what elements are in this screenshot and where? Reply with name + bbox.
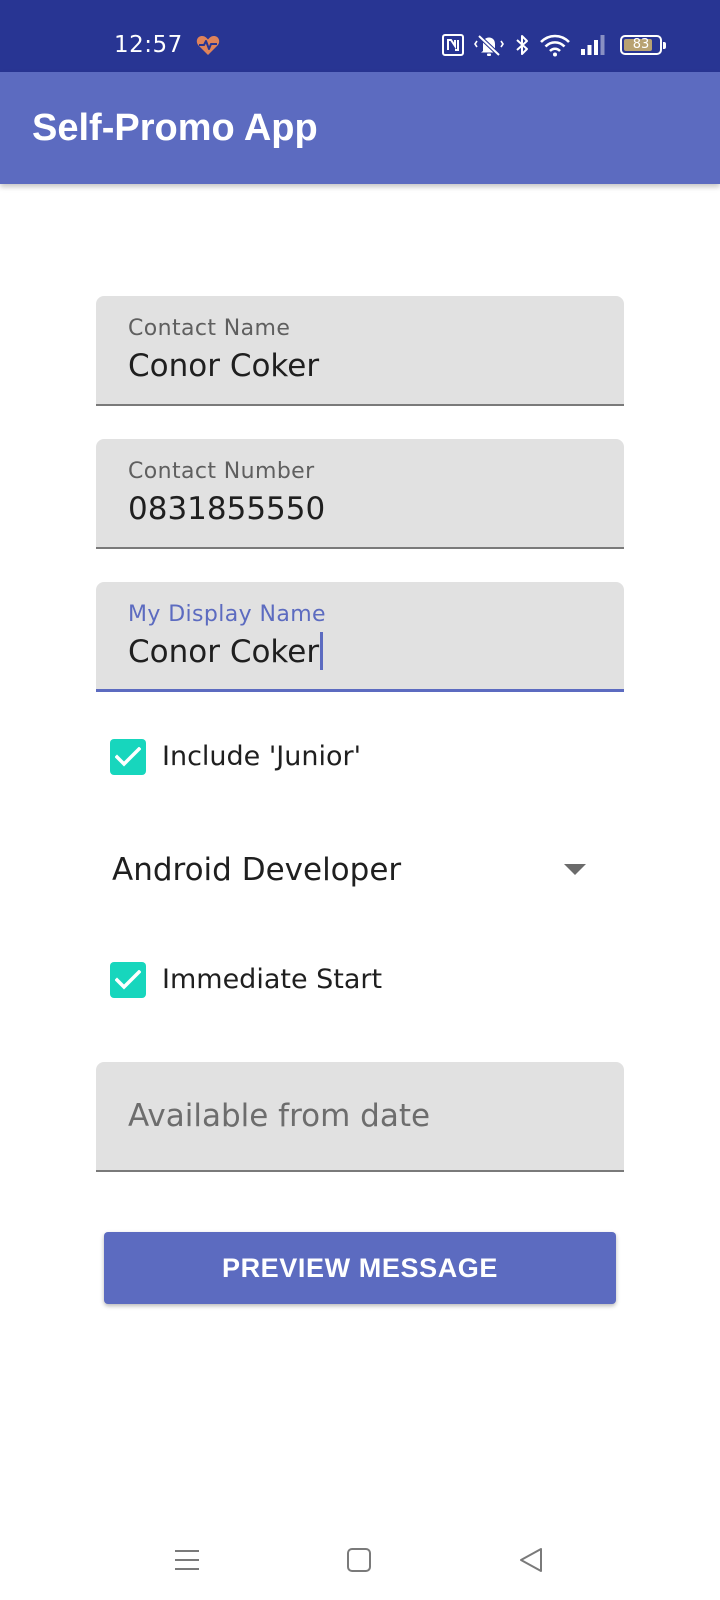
- back-icon[interactable]: [509, 1538, 553, 1582]
- heart-rate-icon: [196, 34, 220, 56]
- navigation-bar: [0, 1520, 720, 1600]
- cell-signal-icon: [580, 34, 606, 56]
- battery-tip: [663, 42, 666, 49]
- contact-name-field[interactable]: Contact Name Conor Coker: [96, 296, 624, 406]
- include-junior-label: Include 'Junior': [162, 741, 362, 772]
- battery-level: 83: [632, 37, 650, 52]
- check-icon: [115, 970, 141, 990]
- status-time: 12:57: [114, 32, 183, 58]
- display-name-label: My Display Name: [128, 602, 326, 627]
- check-icon: [115, 747, 141, 767]
- battery-icon: 83: [620, 35, 666, 55]
- immediate-start-label: Immediate Start: [162, 964, 383, 995]
- app-bar: Self-Promo App: [0, 72, 720, 184]
- contact-number-label: Contact Number: [128, 459, 315, 484]
- bluetooth-icon: [514, 33, 530, 57]
- available-from-placeholder[interactable]: Available from date: [128, 1096, 430, 1136]
- text-cursor: [320, 632, 324, 670]
- include-junior-checkbox[interactable]: [110, 739, 146, 775]
- app-title: Self-Promo App: [32, 107, 318, 149]
- dropdown-arrow-icon: [564, 864, 586, 875]
- wifi-icon: [540, 33, 570, 57]
- status-bar: 12:57 83: [0, 0, 720, 72]
- contact-name-label: Contact Name: [128, 316, 291, 341]
- contact-number-field[interactable]: Contact Number 0831855550: [96, 439, 624, 549]
- immediate-start-checkbox[interactable]: [110, 962, 146, 998]
- menu-icon[interactable]: [165, 1538, 209, 1582]
- available-from-field[interactable]: Available from date: [96, 1062, 624, 1172]
- preview-message-button[interactable]: PREVIEW MESSAGE: [104, 1232, 616, 1304]
- job-title-spinner[interactable]: Android Developer: [96, 838, 624, 902]
- display-name-field[interactable]: My Display Name Conor Coker: [96, 582, 624, 692]
- job-title-selected: Android Developer: [112, 852, 402, 888]
- vibrate-mute-icon: [474, 33, 504, 57]
- status-icons: 83: [442, 32, 666, 58]
- contact-name-value[interactable]: Conor Coker: [128, 346, 319, 386]
- contact-number-value[interactable]: 0831855550: [128, 489, 325, 529]
- nfc-icon: [442, 34, 464, 56]
- home-icon[interactable]: [337, 1538, 381, 1582]
- display-name-value: Conor Coker: [128, 634, 320, 670]
- immediate-start-row[interactable]: Immediate Start: [110, 960, 382, 1000]
- display-name-input[interactable]: Conor Coker: [128, 632, 324, 672]
- include-junior-row[interactable]: Include 'Junior': [110, 737, 361, 777]
